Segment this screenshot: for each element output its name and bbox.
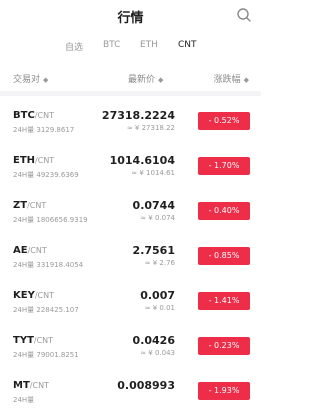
change-badge: - 0.85% bbox=[198, 247, 250, 265]
sort-by-change[interactable]: 涨跌幅 ◆ bbox=[214, 72, 249, 85]
last-price: 0.0744 bbox=[132, 199, 175, 212]
change-badge: - 0.23% bbox=[198, 337, 250, 355]
tab-btc[interactable]: BTC bbox=[103, 40, 120, 50]
top-bar: 行情 bbox=[0, 0, 261, 34]
quote-currency: /CNT bbox=[35, 156, 55, 165]
sort-icon: ◆ bbox=[158, 76, 164, 84]
market-row[interactable]: MT/CNT 24H量 0.008993 - 1.93% bbox=[0, 366, 261, 411]
page-title: 行情 bbox=[117, 11, 144, 26]
coin-symbol: MT bbox=[13, 380, 30, 391]
coin-symbol: ZT bbox=[13, 200, 28, 211]
volume-24h: 24H量 228425.107 bbox=[13, 306, 79, 314]
column-label-price: 最新价 bbox=[128, 75, 156, 85]
change-badge: - 1.70% bbox=[198, 157, 250, 175]
cny-price: ≈ ¥ 0.074 bbox=[140, 214, 175, 222]
market-tabs: 自选 BTC ETH CNT bbox=[0, 34, 261, 60]
search-icon bbox=[237, 8, 251, 22]
market-row[interactable]: BTC/CNT 24H量 3129.8617 27318.2224 ≈ ¥ 27… bbox=[0, 96, 261, 141]
pair-name: BTC/CNT bbox=[13, 110, 54, 121]
coin-symbol: TYT bbox=[13, 335, 34, 346]
coin-symbol: ETH bbox=[13, 155, 36, 166]
quote-currency: /CNT bbox=[33, 336, 54, 345]
tab-eth[interactable]: ETH bbox=[140, 40, 158, 50]
last-price: 0.007 bbox=[140, 289, 175, 302]
market-list: BTC/CNT 24H量 3129.8617 27318.2224 ≈ ¥ 27… bbox=[0, 96, 261, 411]
column-label-change: 涨跌幅 bbox=[213, 75, 241, 85]
tab-cnt[interactable]: CNT bbox=[178, 40, 197, 50]
cny-price: ≈ ¥ 1014.61 bbox=[131, 169, 175, 177]
last-price: 0.008993 bbox=[117, 379, 175, 392]
cny-price: ≈ ¥ 2.76 bbox=[144, 259, 175, 267]
market-row[interactable]: AE/CNT 24H量 331918.4054 2.7561 ≈ ¥ 2.76 … bbox=[0, 231, 261, 276]
pair-name: KEY/CNT bbox=[13, 290, 54, 301]
volume-24h: 24H量 1806656.9319 bbox=[13, 216, 88, 224]
column-header: 交易对 ◆ 最新价 ◆ 涨跌幅 ◆ bbox=[0, 68, 261, 90]
sort-by-price[interactable]: 最新价 ◆ bbox=[128, 72, 163, 85]
volume-24h: 24H量 49239.6369 bbox=[13, 171, 79, 179]
volume-24h: 24H量 331918.4054 bbox=[13, 261, 84, 269]
pair-name: AE/CNT bbox=[13, 245, 47, 256]
pair-name: MT/CNT bbox=[13, 380, 49, 391]
change-badge: - 0.52% bbox=[198, 112, 250, 130]
market-row[interactable]: ETH/CNT 24H量 49239.6369 1014.6104 ≈ ¥ 10… bbox=[0, 141, 261, 186]
last-price: 0.0426 bbox=[132, 334, 175, 347]
tab-favorites[interactable]: 自选 bbox=[65, 40, 83, 53]
quote-currency: /CNT bbox=[34, 291, 54, 300]
last-price: 1014.6104 bbox=[109, 154, 175, 167]
coin-symbol: AE bbox=[13, 245, 28, 256]
cny-price: ≈ ¥ 27318.22 bbox=[126, 124, 175, 132]
pair-name: ZT/CNT bbox=[13, 200, 46, 211]
market-row[interactable]: ZT/CNT 24H量 1806656.9319 0.0744 ≈ ¥ 0.07… bbox=[0, 186, 261, 231]
search-button[interactable] bbox=[235, 6, 253, 24]
volume-24h: 24H量 3129.8617 bbox=[13, 126, 75, 134]
column-label-pair: 交易对 bbox=[13, 75, 41, 85]
cny-price: ≈ ¥ 0.043 bbox=[140, 349, 175, 357]
quote-currency: /CNT bbox=[27, 246, 47, 255]
quote-currency: /CNT bbox=[27, 201, 47, 210]
pair-name: ETH/CNT bbox=[13, 155, 54, 166]
quote-currency: /CNT bbox=[29, 381, 49, 390]
volume-24h: 24H量 79001.8251 bbox=[13, 351, 79, 359]
sort-icon: ◆ bbox=[243, 76, 249, 84]
last-price: 2.7561 bbox=[132, 244, 175, 257]
pair-name: TYT/CNT bbox=[13, 335, 53, 346]
volume-24h: 24H量 bbox=[13, 396, 35, 404]
coin-symbol: BTC bbox=[13, 110, 35, 121]
market-row[interactable]: KEY/CNT 24H量 228425.107 0.007 ≈ ¥ 0.01 -… bbox=[0, 276, 261, 321]
quote-currency: /CNT bbox=[34, 111, 54, 120]
last-price: 27318.2224 bbox=[101, 109, 175, 122]
sort-by-pair[interactable]: 交易对 ◆ bbox=[13, 72, 48, 85]
change-badge: - 1.93% bbox=[198, 382, 250, 400]
change-badge: - 0.40% bbox=[198, 202, 250, 220]
market-row[interactable]: TYT/CNT 24H量 79001.8251 0.0426 ≈ ¥ 0.043… bbox=[0, 321, 261, 366]
cny-price: ≈ ¥ 0.01 bbox=[144, 304, 175, 312]
change-badge: - 1.41% bbox=[198, 292, 250, 310]
coin-symbol: KEY bbox=[13, 290, 35, 301]
sort-icon: ◆ bbox=[43, 76, 49, 84]
